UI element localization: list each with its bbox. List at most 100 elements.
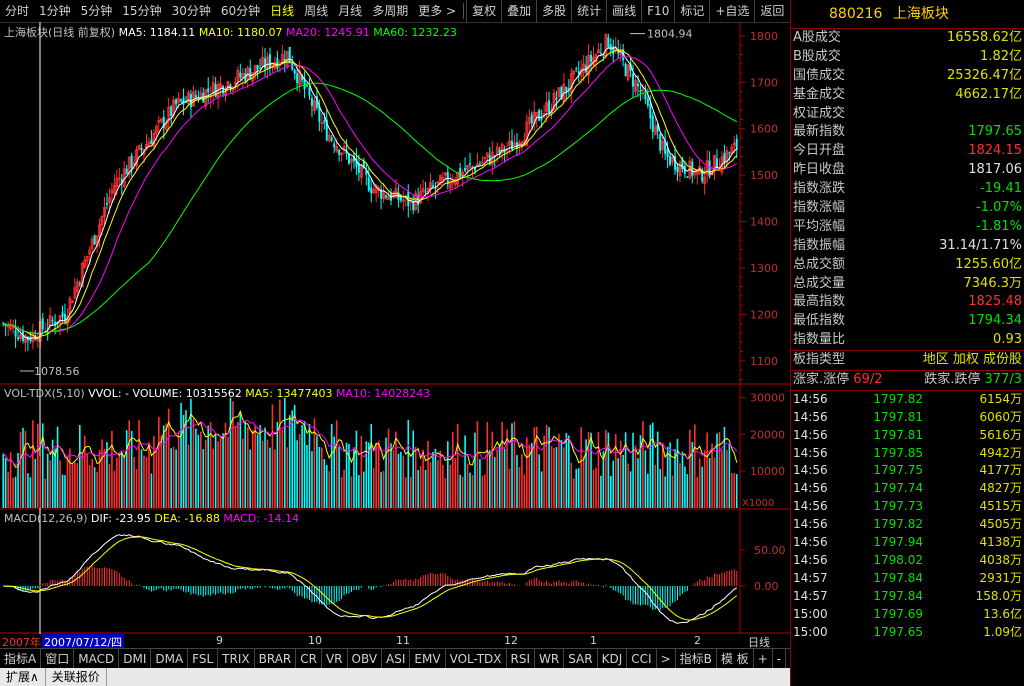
toolbar-action-1[interactable]: 叠加 [501, 0, 536, 22]
toolbar-action-6[interactable]: 标记 [674, 0, 709, 22]
y-tick-label: 1400 [750, 216, 778, 229]
candlestick-chart[interactable]: 1800 1700 1600 1500 1400 1300 1200 1100 1804.94 1… [0, 22, 790, 634]
trade-row: 14:57 1797.84 158.0万 [791, 588, 1024, 606]
period-tab-2[interactable]: 5分钟 [76, 0, 118, 22]
indicator-tab-22[interactable]: + [754, 649, 773, 669]
status-tab-1[interactable]: 关联报价 [46, 668, 107, 686]
toolbar-action-3[interactable]: 统计 [571, 0, 606, 22]
candle-body [105, 203, 108, 205]
candle-body [607, 37, 610, 48]
period-tab-3[interactable]: 15分钟 [117, 0, 166, 22]
period-tab-4[interactable]: 30分钟 [167, 0, 216, 22]
summary-row: 基金成交 4662.17亿 [791, 86, 1024, 105]
period-tab-8[interactable]: 月线 [333, 0, 367, 22]
summary-key: 指数量比 [793, 332, 846, 348]
candle-body [323, 120, 326, 123]
candle-body [666, 149, 669, 157]
summary-value: 0.93 [993, 332, 1022, 348]
summary-value: 4662.17亿 [955, 86, 1022, 102]
trade-volume: 4827万 [979, 481, 1022, 496]
indicator-tab-4[interactable]: DMA [151, 649, 189, 669]
indicator-tab-9[interactable]: VR [322, 649, 348, 669]
trade-price: 1797.82 [873, 517, 923, 532]
candle-body [338, 149, 341, 155]
trade-price: 1797.69 [873, 606, 923, 621]
toolbar-action-5[interactable]: F10 [641, 0, 674, 22]
candle-body [268, 54, 271, 69]
toolbar-action-2[interactable]: 多股 [536, 0, 571, 22]
indicator-tab-23[interactable]: - [773, 649, 787, 669]
indicator-tab-1[interactable]: 窗口 [41, 649, 75, 669]
indicator-tab-0[interactable]: 指标A [0, 649, 42, 669]
indicator-tab-16[interactable]: SAR [564, 649, 598, 669]
toolbar-action-0[interactable]: 复权 [466, 0, 501, 22]
indicator-tab-3[interactable]: DMI [119, 649, 152, 669]
candle-body [239, 72, 242, 78]
status-tab-0[interactable]: 扩展∧ [0, 668, 46, 686]
summary-value: -1.07% [976, 200, 1022, 216]
candle-body [632, 73, 635, 87]
candle-body [17, 337, 20, 340]
indicator-tab-20[interactable]: 指标B [676, 649, 717, 669]
period-tab-5[interactable]: 60分钟 [216, 0, 265, 22]
updown-value: 69/2 [853, 372, 883, 388]
indicator-tab-8[interactable]: CR [296, 649, 322, 669]
candle-body [636, 83, 639, 87]
candle-body [540, 118, 543, 120]
trade-price: 1797.65 [873, 624, 923, 639]
indicator-tab-19[interactable]: > [657, 649, 676, 669]
high-label: 1804.94 [647, 28, 693, 41]
indicator-tab-11[interactable]: ASI [382, 649, 411, 669]
period-tab-9[interactable]: 多周期 [367, 0, 413, 22]
summary-value: 31.14/1.71% [939, 237, 1022, 253]
indicator-tab-15[interactable]: WR [535, 649, 565, 669]
month-label: 11 [396, 634, 410, 647]
trade-time: 14:56 [793, 499, 828, 514]
indicator-tab-17[interactable]: KDJ [598, 649, 628, 669]
toolbar-action-7[interactable]: +自选 [709, 0, 754, 22]
period-tab-7[interactable]: 周线 [299, 0, 333, 22]
trade-volume: 13.6亿 [983, 606, 1022, 621]
indicator-tab-21[interactable]: 模 板 [717, 649, 754, 669]
toolbar-action-8[interactable]: 返回 [754, 0, 789, 22]
candle-body [651, 115, 654, 132]
candle-body [78, 283, 81, 285]
summary-row: 最新指数 1797.65 [791, 123, 1024, 142]
candle-body [459, 168, 462, 178]
indicator-tab-12[interactable]: EMV [410, 649, 446, 669]
indicator-tab-5[interactable]: FSL [188, 649, 219, 669]
indicator-tab-18[interactable]: CCI [627, 649, 657, 669]
indicator-tab-14[interactable]: RSI [507, 649, 536, 669]
candle-body [207, 88, 210, 93]
candle-body [590, 54, 593, 62]
candle-body [686, 176, 689, 178]
summary-key: 总成交额 [793, 256, 846, 272]
indicator-tab-10[interactable]: OBV [348, 649, 383, 669]
candle-body [140, 147, 143, 151]
indicator-tab-6[interactable]: TRIX [218, 649, 255, 669]
volume-label: VOLUME: 10315562 [132, 387, 242, 400]
indicator-tab-7[interactable]: BRAR [255, 649, 297, 669]
candle-body [548, 100, 551, 114]
indicator-tab-13[interactable]: VOL-TDX [446, 649, 507, 669]
period-tab-6[interactable]: 日线 [265, 0, 299, 22]
macd-y-tick-label: 0.00 [754, 580, 779, 593]
candle-body [735, 138, 738, 150]
candle-body [175, 99, 178, 105]
summary-key: 最低指数 [793, 313, 846, 329]
period-tab-0[interactable]: 分时 [0, 0, 34, 22]
board-type-options[interactable]: 地区 加权 成份股 [923, 351, 1022, 370]
toolbar-action-4[interactable]: 画线 [606, 0, 641, 22]
indicator-tab-2[interactable]: MACD [74, 649, 120, 669]
trade-list: 14:56 1797.82 6154万 14:56 1797.81 6060万 14:56 1… [791, 391, 1024, 641]
summary-value: 16558.62亿 [946, 30, 1022, 45]
candle-body [180, 99, 183, 102]
trade-price: 1797.81 [873, 427, 923, 442]
period-tab-10[interactable]: 更多 > [413, 0, 461, 22]
ma20-label: MA20: 1245.91 [286, 26, 370, 39]
candle-body [609, 44, 612, 51]
period-tab-1[interactable]: 1分钟 [34, 0, 76, 22]
chart-area[interactable]: 1800 1700 1600 1500 1400 1300 1200 1100 1804.94 1… [0, 22, 790, 634]
summary-key: 指数振幅 [793, 237, 846, 253]
candle-body [530, 114, 533, 124]
